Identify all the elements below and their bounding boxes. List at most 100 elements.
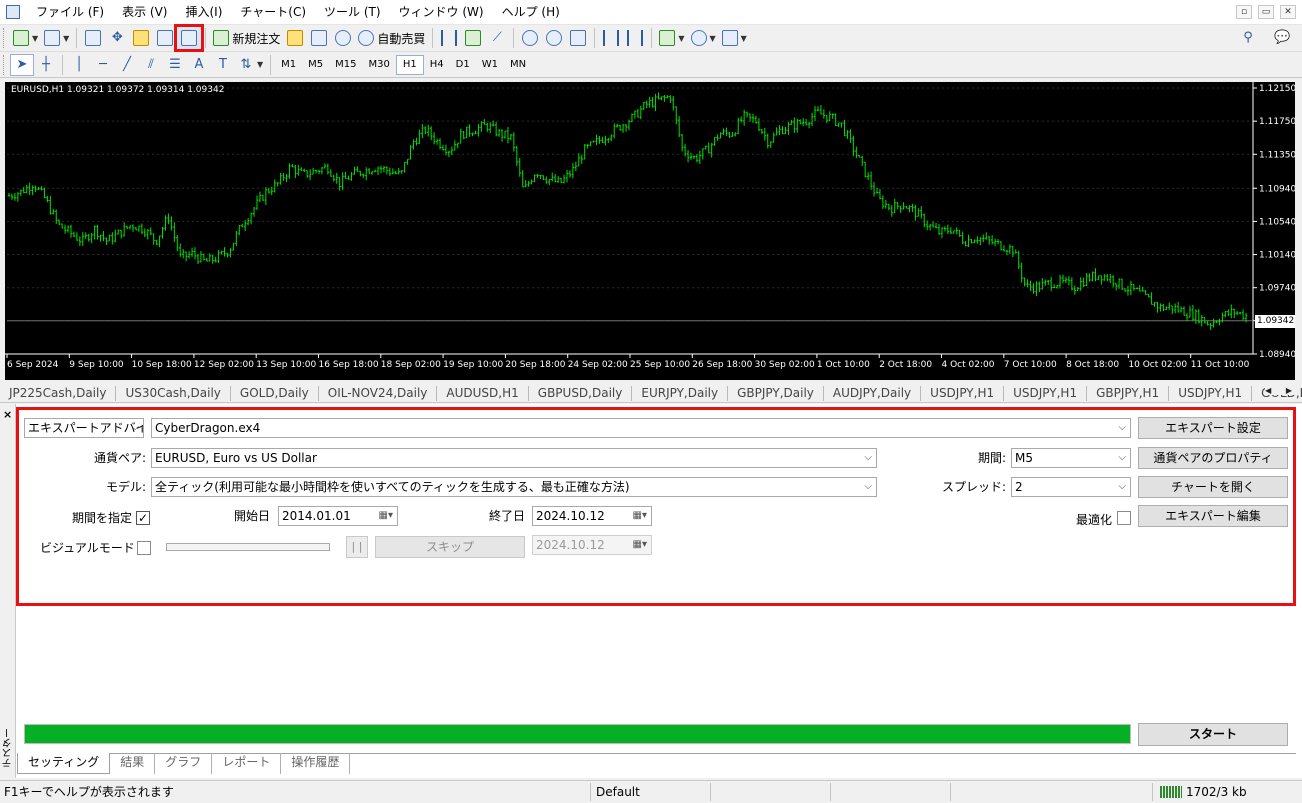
timeframe-m5[interactable]: M5 xyxy=(302,55,329,75)
community-button[interactable] xyxy=(307,27,331,49)
time-tick-label: 2 Oct 18:00 xyxy=(879,360,932,370)
visual-mode-checkbox[interactable] xyxy=(137,541,151,555)
timeframe-m30[interactable]: M30 xyxy=(363,55,396,75)
periods-button[interactable]: ▼ xyxy=(688,27,719,49)
start-button[interactable]: スタート xyxy=(1138,723,1288,746)
menu-chart[interactable]: チャート(C) xyxy=(232,0,316,25)
chart-tab[interactable]: GBPJPY,H1 xyxy=(1087,385,1170,401)
new-chart-button[interactable]: ▼ xyxy=(10,27,41,49)
timeframe-mn[interactable]: MN xyxy=(504,55,532,75)
spread-select[interactable]: 2 ⌵ xyxy=(1011,477,1131,497)
timeframe-h4[interactable]: H4 xyxy=(424,55,450,75)
cursor-button[interactable]: ➤ xyxy=(10,53,34,76)
time-tick-label: 10 Sep 18:00 xyxy=(132,360,192,370)
chart-tab[interactable]: GBPJPY,Daily xyxy=(728,385,824,401)
terminal-button[interactable] xyxy=(153,27,177,49)
data-window-button[interactable]: ✥ xyxy=(105,27,129,49)
symbol-properties-button[interactable]: 通貨ペアのプロパティ xyxy=(1138,447,1288,469)
vertical-line-button[interactable]: │ xyxy=(67,54,91,76)
optimization-checkbox[interactable] xyxy=(1117,511,1131,525)
equidistant-channel-button[interactable]: ⫽ xyxy=(139,54,163,76)
chart-tab[interactable]: USDJPY,H1 xyxy=(1169,385,1253,401)
chart-tab[interactable]: EURJPY,Daily xyxy=(632,385,729,401)
from-date-picker[interactable]: 2014.01.01 ▦▾ xyxy=(278,506,398,526)
menu-window[interactable]: ウィンドウ (W) xyxy=(391,0,494,25)
price-chart[interactable]: 1.12150 1.11750 1.11350 1.10940 1.10540 1.101… xyxy=(5,82,1295,380)
program-type-select[interactable]: エキスパートアドバイ! ⌵ xyxy=(24,418,144,438)
timeframe-m1[interactable]: M1 xyxy=(275,55,302,75)
chart-tab[interactable]: USDJPY,H1 xyxy=(921,385,1005,401)
edit-expert-button[interactable]: エキスパート編集 xyxy=(1138,505,1288,527)
fibonacci-button[interactable]: ☰ xyxy=(163,54,187,76)
restore-button[interactable]: ▭ xyxy=(1258,5,1274,19)
trendline-button[interactable]: ╱ xyxy=(115,54,139,76)
skip-button[interactable]: スキップ xyxy=(375,536,525,558)
candlestick-button[interactable] xyxy=(461,27,485,49)
period-select[interactable]: M5 ⌵ xyxy=(1011,448,1131,468)
to-date-picker[interactable]: 2024.10.12 ▦▾ xyxy=(532,506,652,526)
pause-button[interactable]: | | xyxy=(346,536,368,558)
minimize-button[interactable]: ▫ xyxy=(1236,5,1252,19)
chart-tab[interactable]: GOLD,Daily xyxy=(231,385,319,401)
tile-windows-button[interactable] xyxy=(566,27,590,49)
use-date-checkbox[interactable]: ✓ xyxy=(136,511,150,525)
tab-report[interactable]: レポート xyxy=(212,753,282,774)
navigator-button[interactable] xyxy=(129,27,153,49)
tab-results[interactable]: 結果 xyxy=(110,753,156,774)
search-icon[interactable]: ⚲ xyxy=(1240,30,1256,46)
expert-select[interactable]: CyberDragon.ex4 ⌵ xyxy=(151,418,1131,438)
strategy-tester-button[interactable] xyxy=(174,24,205,52)
profiles-button[interactable]: ▼ xyxy=(41,27,72,49)
bar-chart-button[interactable] xyxy=(437,27,461,49)
tab-graph[interactable]: グラフ xyxy=(155,753,213,774)
zoom-out-button[interactable] xyxy=(542,27,566,49)
chart-shift-button[interactable] xyxy=(623,27,647,49)
crosshair-button[interactable]: ┼ xyxy=(34,54,58,76)
expert-settings-button[interactable]: エキスパート設定 xyxy=(1138,417,1288,439)
chevron-down-icon: ⌵ xyxy=(864,481,872,492)
close-tester-button[interactable]: × xyxy=(3,408,12,421)
close-button[interactable]: ✕ xyxy=(1280,5,1296,19)
skip-date-picker[interactable]: 2024.10.12 ▦▾ xyxy=(532,535,652,555)
visual-speed-slider[interactable] xyxy=(166,543,330,551)
status-divider xyxy=(830,783,831,801)
autotrading-button[interactable]: 自動売買 xyxy=(355,27,428,49)
menu-tools[interactable]: ツール (T) xyxy=(316,0,391,25)
timeframe-h1[interactable]: H1 xyxy=(395,54,424,75)
chart-tab[interactable]: JP225Cash,Daily xyxy=(0,385,117,401)
timeframe-m15[interactable]: M15 xyxy=(329,55,362,75)
open-chart-button[interactable]: チャートを開く xyxy=(1138,476,1288,498)
chart-tab[interactable]: AUDJPY,Daily xyxy=(824,385,922,401)
timeframe-d1[interactable]: D1 xyxy=(450,55,476,75)
market-watch-button[interactable] xyxy=(81,27,105,49)
menu-view[interactable]: 表示 (V) xyxy=(114,0,177,25)
chat-icon[interactable]: 💬 xyxy=(1274,30,1290,46)
visual-mode-label: ビジュアルモード xyxy=(40,541,135,555)
tab-scroll-arrows[interactable]: ◀ ▶ xyxy=(1265,386,1298,395)
symbol-select[interactable]: EURUSD, Euro vs US Dollar ⌵ xyxy=(151,448,877,468)
chart-tab[interactable]: USDJPY,H1 xyxy=(1004,385,1088,401)
menu-help[interactable]: ヘルプ (H) xyxy=(494,0,570,25)
chart-tab[interactable]: AUDUSD,H1 xyxy=(437,385,529,401)
chart-tab[interactable]: US30Cash,Daily xyxy=(116,385,231,401)
templates-button[interactable]: ▼ xyxy=(719,27,750,49)
chart-tab[interactable]: GBPUSD,Daily xyxy=(529,385,633,401)
indicators-button[interactable]: ▼ xyxy=(656,27,687,49)
menu-insert[interactable]: 挿入(I) xyxy=(177,0,232,25)
chart-tab[interactable]: OIL-NOV24,Daily xyxy=(319,385,438,401)
autoscroll-button[interactable] xyxy=(599,27,623,49)
arrows-button[interactable]: ⇅ ▼ xyxy=(235,54,266,76)
text-label-button[interactable]: T xyxy=(211,54,235,76)
signals-button[interactable] xyxy=(331,27,355,49)
metaeditor-button[interactable] xyxy=(283,27,307,49)
model-select[interactable]: 全ティック(利用可能な最小時間枠を使いすべてのティックを生成する、最も正確な方法… xyxy=(151,477,877,497)
line-chart-button[interactable]: ⟋ xyxy=(485,27,509,49)
new-order-button[interactable]: 新規注文 xyxy=(210,27,283,49)
menu-file[interactable]: ファイル (F) xyxy=(28,0,114,25)
tab-settings[interactable]: セッティング xyxy=(17,753,111,774)
timeframe-w1[interactable]: W1 xyxy=(476,55,504,75)
text-button[interactable]: A xyxy=(187,54,211,76)
zoom-in-button[interactable] xyxy=(518,27,542,49)
horizontal-line-button[interactable]: ─ xyxy=(91,54,115,76)
tab-journal[interactable]: 操作履歴 xyxy=(281,753,351,774)
